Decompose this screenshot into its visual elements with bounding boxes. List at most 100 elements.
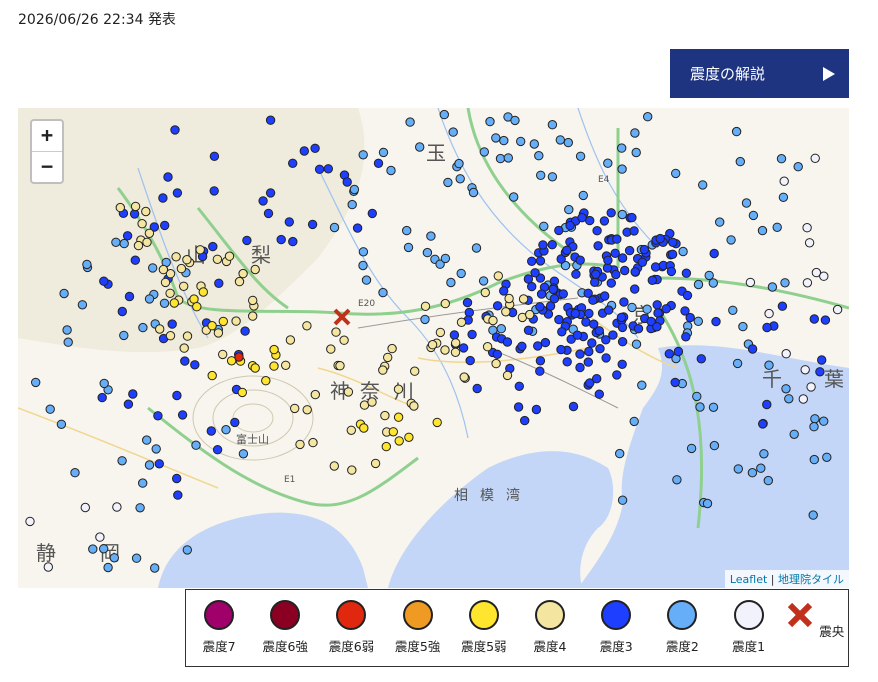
station-int3: [502, 337, 513, 347]
station-int3: [531, 404, 542, 415]
legend-label-int6-upper: 震度6強: [262, 639, 308, 654]
station-int4: [285, 335, 296, 345]
station-int3: [619, 297, 629, 307]
station-int2: [499, 135, 509, 146]
station-int2: [144, 460, 155, 470]
station-int2: [440, 253, 451, 264]
station-int2: [455, 174, 465, 184]
station-int4: [115, 202, 126, 213]
station-int5-lower: [388, 427, 398, 437]
map-canvas[interactable]: 玉 山 梨 神 奈 川 京 千 葉 静 岡 相 模 湾 富士山 E20 E4 E…: [18, 108, 849, 588]
station-int2: [443, 177, 453, 188]
station-int2: [728, 305, 738, 316]
station-int3: [601, 353, 611, 363]
station-int3: [653, 308, 663, 318]
intensity-legend: 震度7 震度6強 震度6弱 震度5強 震度5弱 震度4 震度3 震度2 震度1 …: [185, 589, 849, 667]
station-int2: [642, 304, 652, 314]
station-int3: [661, 304, 671, 314]
station-int3: [604, 305, 614, 315]
station-int4: [165, 288, 175, 299]
station-int2: [693, 316, 703, 327]
station-int2: [238, 449, 249, 459]
station-int3: [258, 196, 268, 206]
station-int3: [523, 325, 534, 336]
station-int5-lower: [207, 321, 217, 331]
station-int2: [509, 192, 519, 202]
station-int2: [516, 136, 526, 147]
station-int5-lower: [269, 361, 279, 371]
station-int3: [815, 367, 825, 377]
station-int2: [702, 498, 713, 509]
station-int2: [503, 153, 513, 163]
station-int2: [776, 154, 787, 164]
station-int3: [571, 269, 581, 279]
station-int2: [148, 263, 158, 273]
legend-label-int2: 震度2: [665, 639, 699, 654]
station-int3: [240, 326, 250, 336]
station-int5-lower: [359, 423, 369, 433]
label-yamanashi-2: 梨: [251, 243, 271, 267]
station-int3: [602, 263, 613, 273]
station-int2: [819, 416, 829, 426]
station-int5-lower: [261, 376, 271, 386]
station-int6-lower: [234, 352, 244, 362]
gsi-tiles-link[interactable]: 地理院タイル: [778, 573, 844, 586]
station-int3: [180, 356, 190, 366]
station-int2: [757, 225, 768, 236]
station-int2: [671, 168, 681, 179]
station-int2: [780, 278, 790, 288]
station-int4: [155, 324, 165, 334]
station-int2: [693, 279, 704, 290]
station-int3: [288, 236, 298, 247]
legend-label-int1: 震度1: [732, 639, 766, 654]
intensity-explanation-button[interactable]: 震度の解説: [670, 49, 849, 98]
station-int3: [652, 300, 662, 310]
station-int2: [578, 190, 588, 201]
station-int4: [160, 277, 171, 288]
station-int2: [772, 222, 782, 233]
station-int2: [358, 150, 368, 160]
station-int3: [817, 355, 827, 365]
station-int3: [617, 322, 628, 333]
station-int2: [45, 404, 55, 414]
station-int1: [781, 349, 791, 359]
station-int3: [608, 330, 618, 340]
zoom-in-button[interactable]: +: [32, 121, 62, 151]
station-int3: [588, 295, 598, 305]
station-int2: [491, 133, 501, 143]
station-int4: [310, 389, 320, 400]
label-e1: E1: [284, 475, 295, 485]
station-int4: [290, 403, 300, 414]
mt-fuji-contours: [192, 375, 314, 461]
station-int2: [378, 147, 389, 158]
station-int4: [179, 343, 189, 353]
intensity-map[interactable]: 玉 山 梨 神 奈 川 京 千 葉 静 岡 相 模 湾 富士山 E20 E4 E…: [18, 108, 849, 588]
station-int3: [606, 208, 616, 218]
station-int3: [158, 193, 168, 203]
station-int3: [117, 306, 128, 317]
station-int2: [510, 115, 520, 126]
station-int2: [361, 275, 372, 285]
zoom-control: + −: [30, 119, 64, 184]
station-int5-lower: [404, 432, 414, 442]
station-int2: [781, 384, 791, 394]
station-int3: [668, 237, 678, 248]
station-int2: [119, 238, 129, 249]
station-int2: [63, 337, 73, 347]
station-int4: [326, 344, 336, 354]
station-int3: [565, 220, 575, 231]
station-int3: [465, 355, 475, 366]
station-int2: [603, 158, 613, 168]
station-int3: [568, 401, 579, 412]
sea-sagami-bay: [388, 451, 614, 588]
station-int3: [762, 399, 772, 410]
station-int3: [575, 349, 585, 359]
station-int2: [529, 139, 539, 149]
station-int3: [711, 316, 721, 327]
station-int3: [170, 125, 180, 135]
legend-item-int6-lower: 震度6弱: [319, 600, 383, 655]
leaflet-link[interactable]: Leaflet: [730, 573, 767, 586]
zoom-out-button[interactable]: −: [32, 151, 62, 182]
station-int3: [610, 248, 620, 259]
station-int3: [611, 269, 621, 280]
